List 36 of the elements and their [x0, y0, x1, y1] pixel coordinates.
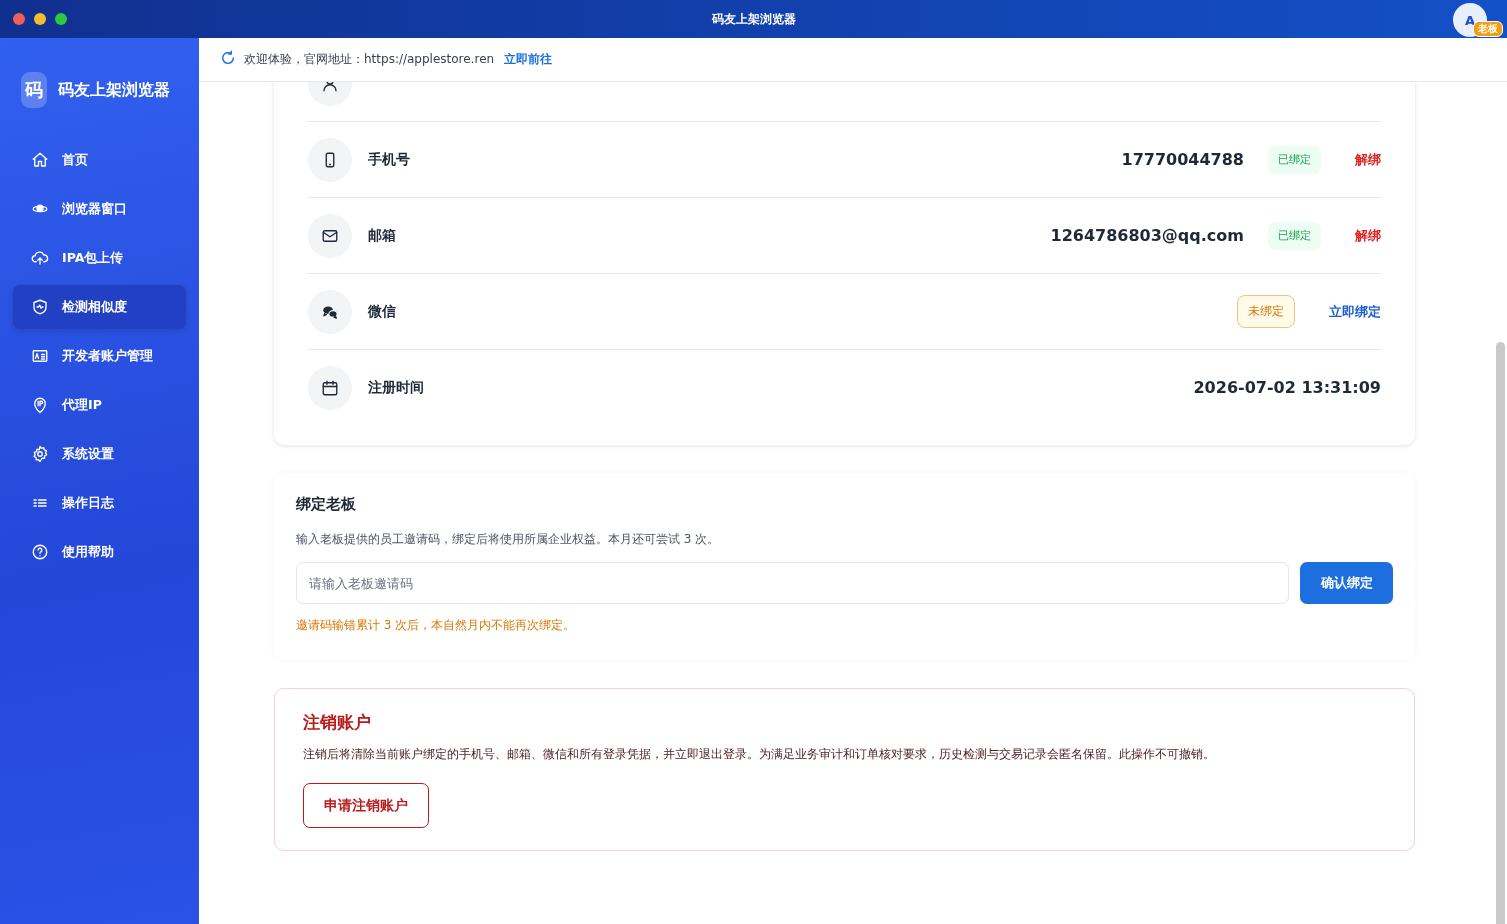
sidebar-item[interactable]: 使用帮助	[13, 530, 186, 574]
warning-text: 邀请码输错累计 3 次后，本自然月内不能再次绑定。	[296, 617, 577, 634]
sidebar-item[interactable]: IPA包上传	[13, 236, 186, 280]
sidebar-item[interactable]: 系统设置	[13, 432, 186, 476]
section-description: 注销后将清除当前账户绑定的手机号、邮箱、微信和所有登录凭据，并立即退出登录。为满足业务审计和订单核对要求，历史检测与交易记录会匿名保留。此操作不可撤销。	[303, 746, 1216, 763]
status-tag: 已绑定	[1268, 221, 1321, 250]
field-label: 手机号	[368, 150, 410, 167]
section-title: 绑定老板	[296, 495, 357, 514]
sidebar-item[interactable]: 检测相似度	[13, 285, 186, 329]
unbind-link[interactable]: 解绑	[1345, 226, 1381, 245]
unbind-link[interactable]: 解绑	[1345, 150, 1381, 169]
field-value: 1264786803@qq.com	[1050, 226, 1244, 245]
field-value: 2026-07-02 13:31:09	[1193, 378, 1381, 397]
field-label: 邮箱	[368, 226, 396, 243]
sidebar-item[interactable]: 开发者账户管理	[13, 334, 186, 378]
sidebar-item[interactable]: 操作日志	[13, 481, 186, 525]
confirm-button[interactable]: 确认绑定	[1300, 562, 1393, 604]
bind-link[interactable]: 立即绑定	[1319, 302, 1381, 321]
delete-account-button[interactable]: 申请注销账户	[303, 783, 429, 828]
app-logo: 码	[21, 72, 47, 108]
sidebar-item[interactable]: 首页	[13, 138, 186, 182]
section-description: 输入老板提供的员工邀请码，绑定后将使用所属企业权益。本月还可尝试 3 次。	[296, 531, 721, 548]
notice-text: 欢迎体验，官网地址：https://applestore.ren	[244, 51, 495, 68]
invite-code-field[interactable]: 请输入老板邀请码	[296, 562, 1289, 604]
status-tag: 未绑定	[1237, 295, 1295, 328]
visit-link[interactable]: 立即前往	[504, 51, 553, 68]
role-tag: 老板	[1473, 21, 1503, 37]
window-title: 码友上架浏览器	[711, 11, 796, 26]
status-tag: 已绑定	[1268, 145, 1321, 174]
field-label: 微信	[368, 302, 396, 319]
sidebar-item[interactable]: 代理IP	[13, 383, 186, 427]
sidebar-item[interactable]: 浏览器窗口	[13, 187, 186, 231]
app-name: 码友上架浏览器	[58, 79, 170, 101]
section-title: 注销账户	[303, 711, 372, 734]
field-value: 17770044788	[1121, 150, 1244, 169]
field-label: 注册时间	[368, 378, 424, 395]
